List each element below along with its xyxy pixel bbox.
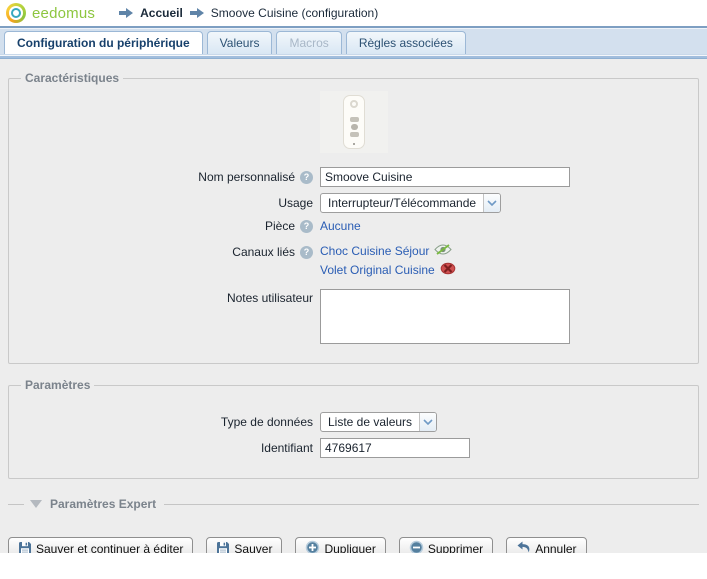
identifiant-input[interactable] (320, 438, 470, 458)
breadcrumb-accueil[interactable]: Accueil (140, 6, 183, 20)
breadcrumb-arrow-icon (190, 8, 204, 18)
linked-channel-row: Volet Original Cuisine (320, 262, 456, 278)
save-and-continue-button[interactable]: Sauver et continuer à éditer (8, 537, 193, 553)
eye-visible-icon[interactable] (434, 243, 452, 259)
help-icon[interactable] (300, 246, 313, 259)
section-parametres-legend: Paramètres (21, 378, 94, 392)
type-de-donnees-label: Type de données (221, 415, 313, 429)
eedomus-logo[interactable]: eedomus (6, 3, 95, 23)
type-de-donnees-select[interactable]: Liste de valeurs (320, 412, 437, 432)
canal-choc-cuisine-sejour-link[interactable]: Choc Cuisine Séjour (320, 244, 429, 258)
section-parametres-expert-legend: Paramètres Expert (50, 497, 156, 511)
app-header: eedomus Accueil Smoove Cuisine (configur… (0, 0, 707, 28)
notes-utilisateur-textarea[interactable] (320, 289, 570, 344)
usage-select[interactable]: Interrupteur/Télécommande (320, 193, 501, 213)
remote-control-illustration (343, 95, 365, 149)
piece-link[interactable]: Aucune (320, 219, 361, 233)
duplicate-button[interactable]: Dupliquer (295, 537, 385, 553)
device-image (320, 91, 388, 153)
linked-channel-row: Choc Cuisine Séjour (320, 243, 456, 259)
tab-regles-associees[interactable]: Règles associées (346, 31, 466, 54)
save-button[interactable]: Sauver (206, 537, 282, 553)
section-caracteristiques-legend: Caractéristiques (21, 71, 123, 85)
undo-icon (516, 541, 531, 553)
nom-personnalise-input[interactable] (320, 167, 570, 187)
breadcrumb: Accueil Smoove Cuisine (configuration) (119, 6, 378, 20)
canaux-lies-label: Canaux liés (232, 245, 295, 259)
action-button-row: Sauver et continuer à éditer Sauver (8, 537, 699, 553)
minus-circle-icon (409, 540, 424, 553)
notes-utilisateur-label: Notes utilisateur (227, 291, 313, 305)
help-icon[interactable] (300, 171, 313, 184)
nom-personnalise-label: Nom personnalisé (198, 170, 295, 184)
expand-triangle-icon[interactable] (30, 500, 42, 508)
chevron-down-icon (419, 413, 436, 431)
chevron-down-icon (483, 194, 500, 212)
breadcrumb-current-page: Smoove Cuisine (configuration) (211, 6, 378, 20)
section-parametres: Paramètres Type de données Liste de vale… (8, 378, 699, 479)
type-de-donnees-select-value: Liste de valeurs (321, 415, 419, 429)
eye-hidden-icon[interactable] (440, 262, 456, 278)
save-icon (18, 541, 32, 554)
usage-select-value: Interrupteur/Télécommande (321, 196, 483, 210)
tab-macros: Macros (276, 31, 341, 54)
save-icon (216, 541, 230, 554)
piece-label: Pièce (265, 219, 295, 233)
tab-bar: Configuration du périphérique Valeurs Ma… (0, 28, 707, 54)
section-parametres-expert-toggle[interactable]: Paramètres Expert (8, 497, 699, 511)
breadcrumb-arrow-icon (119, 8, 133, 18)
canal-volet-original-cuisine-link[interactable]: Volet Original Cuisine (320, 263, 435, 277)
help-icon[interactable] (300, 220, 313, 233)
eedomus-logo-icon (6, 3, 26, 23)
usage-label: Usage (278, 196, 313, 210)
tab-valeurs[interactable]: Valeurs (207, 31, 273, 54)
tab-configuration[interactable]: Configuration du périphérique (4, 31, 203, 54)
main-content: Caractéristiques Nom personnalis (0, 59, 707, 553)
logo-text: eedomus (32, 5, 95, 22)
plus-circle-icon (305, 540, 320, 553)
cancel-button[interactable]: Annuler (506, 537, 586, 553)
delete-button[interactable]: Supprimer (399, 537, 493, 553)
section-caracteristiques: Caractéristiques Nom personnalis (8, 71, 699, 364)
identifiant-label: Identifiant (261, 441, 313, 455)
